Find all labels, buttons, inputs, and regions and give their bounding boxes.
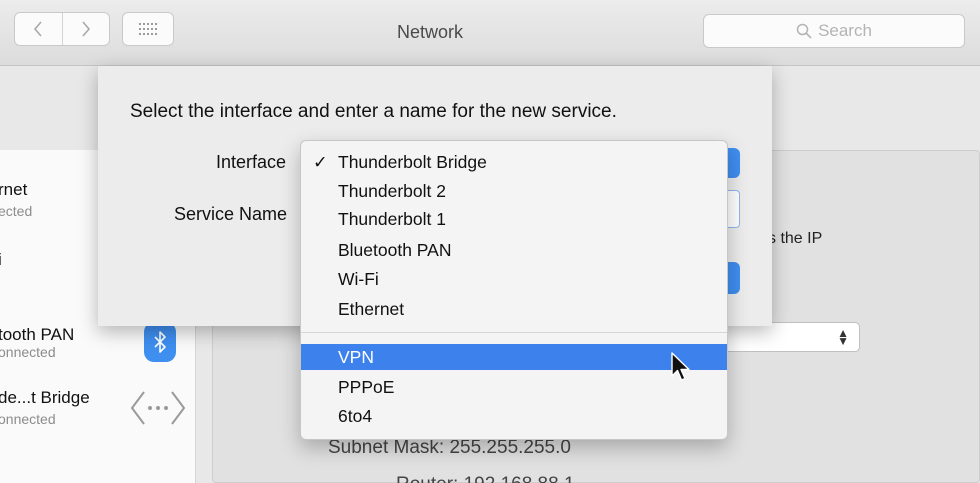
up-down-arrows-icon: ▲ ▼ — [837, 326, 849, 348]
menu-item-label: Thunderbolt 2 — [338, 181, 446, 201]
chevron-right-icon — [82, 21, 90, 37]
menu-item-pppoe[interactable]: PPPoE — [301, 374, 727, 400]
menu-separator — [301, 332, 727, 333]
menu-item-label: Wi-Fi — [338, 269, 379, 289]
menu-item-ethernet[interactable]: Ethernet — [301, 296, 727, 322]
router-text: Router: 192.168.88.1 — [396, 474, 575, 483]
sheet-prompt: Select the interface and enter a name fo… — [130, 101, 617, 122]
chevron-left-icon — [34, 21, 42, 37]
subnet-mask-text: Subnet Mask: 255.255.255.0 — [328, 437, 571, 458]
show-all-button[interactable] — [122, 12, 174, 46]
sidebar-item-status: ected — [0, 203, 33, 219]
menu-item-label: 6to4 — [338, 406, 373, 426]
forward-button[interactable] — [61, 13, 110, 45]
menu-item-label: Bluetooth PAN — [338, 240, 452, 260]
menu-item-label: PPPoE — [338, 377, 395, 397]
bridge-icon — [130, 391, 186, 425]
menu-item-thunderbolt-bridge[interactable]: ✓ Thunderbolt Bridge — [301, 149, 727, 175]
window-toolbar: Network Search — [0, 0, 980, 66]
service-name-label: Service Name — [174, 204, 288, 224]
menu-item-vpn[interactable]: VPN — [301, 344, 727, 370]
service-name-field-edge[interactable] — [726, 190, 740, 228]
checkmark-icon: ✓ — [313, 152, 328, 172]
interface-menu: ✓ Thunderbolt Bridge Thunderbolt 2 Thund… — [300, 140, 728, 440]
back-button[interactable] — [15, 13, 62, 45]
sidebar-item-bluetooth-pan[interactable]: tooth PAN — [0, 325, 74, 345]
interface-popup-edge[interactable] — [726, 148, 740, 178]
create-button-edge[interactable] — [726, 262, 740, 294]
search-icon — [796, 23, 812, 39]
sidebar-item-ethernet[interactable]: rnet — [0, 180, 27, 200]
menu-item-thunderbolt-2[interactable]: Thunderbolt 2 — [301, 178, 727, 204]
menu-item-thunderbolt-1[interactable]: Thunderbolt 1 — [301, 206, 727, 232]
sidebar-item-wifi[interactable]: i — [0, 250, 2, 270]
menu-item-wifi[interactable]: Wi-Fi — [301, 266, 727, 292]
menu-item-label: Ethernet — [338, 299, 405, 319]
menu-item-6to4[interactable]: 6to4 — [301, 403, 727, 429]
menu-item-label: Thunderbolt Bridge — [338, 152, 487, 172]
menu-item-label: VPN — [338, 347, 374, 367]
sidebar-item-thunderbolt-bridge[interactable]: de...t Bridge — [0, 388, 90, 408]
sidebar-item-status: onnected — [0, 344, 56, 360]
bluetooth-icon — [144, 322, 176, 362]
mouse-pointer-icon — [671, 352, 690, 381]
search-placeholder: Search — [818, 21, 872, 40]
interface-label: Interface — [216, 152, 287, 172]
search-input[interactable]: Search — [703, 14, 965, 48]
grid-icon — [139, 23, 157, 35]
nav-buttons — [14, 12, 110, 46]
sidebar-item-status: onnected — [0, 411, 56, 427]
menu-item-label: Thunderbolt 1 — [338, 209, 446, 229]
window-title: Network — [396, 22, 463, 42]
menu-item-bluetooth-pan[interactable]: Bluetooth PAN — [301, 237, 727, 263]
ip-description-fragment: s the IP — [768, 230, 823, 247]
